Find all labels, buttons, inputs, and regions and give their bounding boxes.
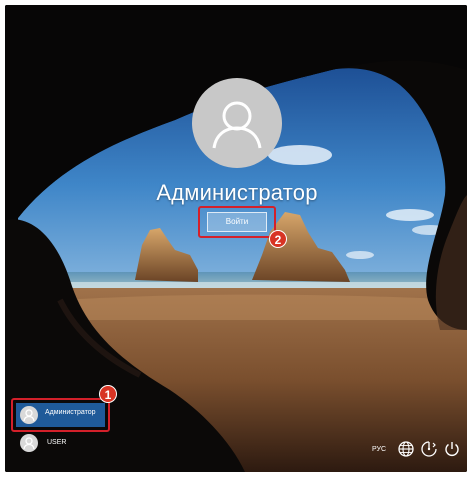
power-icon[interactable] [443,440,461,458]
step-badge-1: 1 [99,385,117,403]
user-name-title: Администратор [156,180,318,205]
signin-button[interactable]: Войти [207,212,267,232]
person-icon [23,437,35,450]
user-tile-label: Администратор [45,409,96,416]
user-tile-user[interactable]: USER [16,433,96,453]
user-avatar-large [192,78,282,168]
user-tile-administrator[interactable]: Администратор [16,403,105,427]
user-avatar-small [20,434,38,452]
person-icon [212,101,262,149]
user-tile-label: USER [47,439,67,446]
user-avatar-small [20,406,38,424]
person-icon [23,409,35,422]
ease-of-access-icon[interactable] [420,440,438,458]
network-globe-icon[interactable] [397,440,415,458]
step-badge-2: 2 [269,230,287,248]
language-indicator[interactable]: РУС [372,446,386,453]
